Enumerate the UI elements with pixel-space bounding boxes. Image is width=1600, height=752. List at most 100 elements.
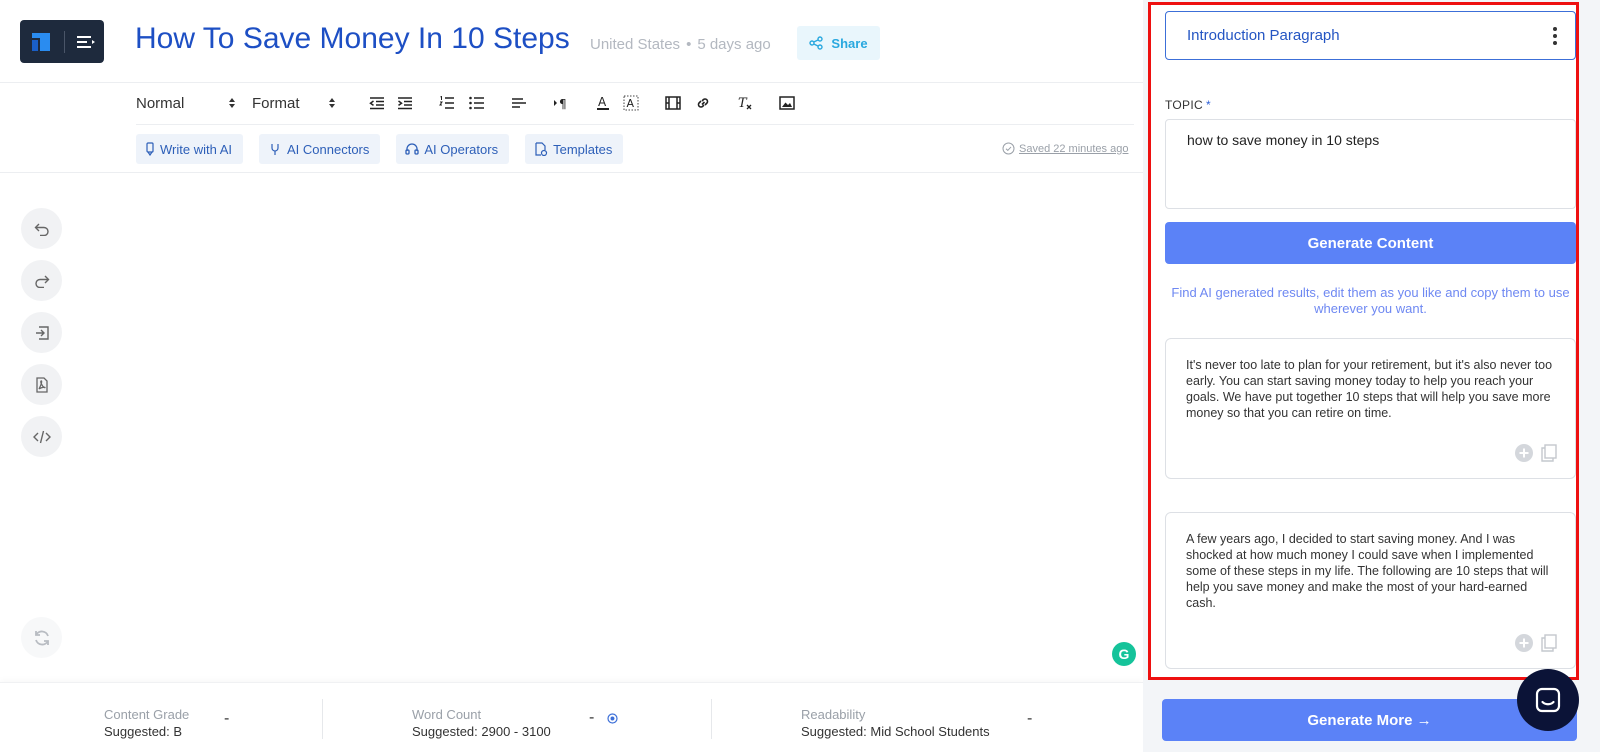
word-count-value: - <box>589 709 595 726</box>
ai-tools-row: Write with AI AI Connectors AI Operators… <box>136 134 624 164</box>
word-count-stat: Word Count Suggested: 2900 - 3100 <box>412 707 551 739</box>
copy-icon[interactable] <box>1541 444 1557 462</box>
check-circle-icon <box>1002 142 1015 155</box>
header-divider <box>0 82 1143 83</box>
editor-area: How To Save Money In 10 Steps United Sta… <box>0 0 1143 752</box>
share-button[interactable]: Share <box>797 26 880 60</box>
share-label: Share <box>831 35 868 51</box>
template-select[interactable]: Introduction Paragraph <box>1165 11 1576 60</box>
toolbar-divider <box>136 124 1134 125</box>
clear-format-icon: T <box>738 96 752 111</box>
word-count-label: Word Count <box>412 707 482 722</box>
redo-icon <box>34 275 49 288</box>
film-icon <box>665 96 681 110</box>
document-title[interactable]: How To Save Money In 10 Steps <box>135 22 570 56</box>
export-button[interactable] <box>21 312 62 353</box>
background-color-icon: A <box>623 95 639 111</box>
embed-code-button[interactable] <box>21 416 62 457</box>
ai-connectors-button[interactable]: AI Connectors <box>259 134 381 164</box>
format-value: Format <box>252 94 300 112</box>
svg-text:T: T <box>738 96 748 111</box>
svg-text:A: A <box>627 97 635 110</box>
text-color-button[interactable]: A <box>592 92 614 114</box>
ordered-list-button[interactable] <box>436 92 458 114</box>
result-actions <box>1515 444 1557 462</box>
app-logo-button[interactable] <box>20 20 104 63</box>
content-grade-suggested: Suggested: B <box>104 724 183 739</box>
updown-arrow-icon <box>329 98 335 108</box>
text-direction-button[interactable]: ¶ <box>550 92 572 114</box>
document-meta: United States • 5 days ago <box>590 36 771 53</box>
add-icon[interactable] <box>1515 444 1533 462</box>
svg-text:¶: ¶ <box>559 97 567 110</box>
video-button[interactable] <box>662 92 684 114</box>
chat-icon <box>1535 687 1561 713</box>
menu-icon <box>76 35 95 48</box>
template-icon <box>535 142 548 156</box>
indent-icon <box>398 97 412 110</box>
result-text[interactable]: It's never too late to plan for your ret… <box>1186 357 1555 421</box>
content-grade-stat: Content Grade Suggested: B <box>104 707 189 739</box>
chat-launcher-button[interactable] <box>1517 669 1579 731</box>
ai-operators-button[interactable]: AI Operators <box>396 134 510 164</box>
undo-icon <box>34 223 49 236</box>
templates-button[interactable]: Templates <box>525 134 624 164</box>
paragraph-style-select[interactable]: Normal <box>136 95 252 112</box>
format-select[interactable]: Format <box>252 95 360 112</box>
result-card: It's never too late to plan for your ret… <box>1165 338 1576 479</box>
bullet-list-icon <box>469 96 484 110</box>
saved-status-text: Saved 22 minutes ago <box>1019 142 1129 155</box>
document-location: United States <box>590 36 681 53</box>
grammarly-icon[interactable]: G <box>1112 642 1136 666</box>
generate-content-button[interactable]: Generate Content <box>1165 222 1576 264</box>
pdf-button[interactable] <box>21 364 62 405</box>
align-button[interactable] <box>508 92 530 114</box>
logo-divider <box>63 30 65 53</box>
word-count-suggested: Suggested: 2900 - 3100 <box>412 724 551 739</box>
link-button[interactable] <box>692 92 714 114</box>
share-icon <box>809 36 824 50</box>
paragraph-direction-icon: ¶ <box>554 97 567 110</box>
redo-button[interactable] <box>21 260 62 301</box>
copy-icon[interactable] <box>1541 634 1557 652</box>
saved-status: Saved 22 minutes ago <box>1002 142 1128 155</box>
readability-suggested: Suggested: Mid School Students <box>801 724 990 739</box>
result-text[interactable]: A few years ago, I decided to start savi… <box>1186 531 1555 611</box>
image-button[interactable] <box>776 92 798 114</box>
generate-more-button[interactable]: Generate More → <box>1162 699 1577 741</box>
bullet-list-button[interactable] <box>466 92 488 114</box>
code-icon <box>32 430 51 443</box>
ordered-list-icon <box>439 96 454 109</box>
format-toolbar: Normal Format ¶ A A T <box>136 90 798 116</box>
app-logo-icon <box>31 32 50 51</box>
topic-input[interactable]: how to save money in 10 steps <box>1165 119 1576 209</box>
meta-separator: • <box>686 36 692 53</box>
required-marker: * <box>1205 98 1211 112</box>
template-select-value: Introduction Paragraph <box>1187 27 1340 44</box>
topic-label-text: TOPIC <box>1165 98 1203 112</box>
templates-label: Templates <box>553 141 613 157</box>
refresh-icon <box>34 630 49 645</box>
more-options-icon[interactable] <box>1553 27 1557 45</box>
pen-icon <box>146 142 154 156</box>
updown-arrow-icon <box>229 98 235 108</box>
background-color-button[interactable]: A <box>620 92 642 114</box>
outdent-button[interactable] <box>366 92 388 114</box>
refresh-button[interactable] <box>21 617 62 658</box>
add-icon[interactable] <box>1515 634 1533 652</box>
readability-value: - <box>1027 710 1033 727</box>
headset-icon <box>405 143 420 155</box>
topic-label: TOPIC * <box>1165 98 1211 112</box>
image-icon <box>779 96 795 110</box>
result-actions <box>1515 634 1557 652</box>
clear-format-button[interactable]: T <box>734 92 756 114</box>
target-icon[interactable] <box>607 713 618 724</box>
write-with-ai-button[interactable]: Write with AI <box>136 134 244 164</box>
footer-divider <box>322 699 323 739</box>
ai-writer-panel: Introduction Paragraph TOPIC * how to sav… <box>1148 2 1579 680</box>
indent-button[interactable] <box>394 92 416 114</box>
undo-button[interactable] <box>21 208 62 249</box>
paragraph-style-value: Normal <box>136 94 185 112</box>
footer-divider <box>711 699 712 739</box>
write-with-ai-label: Write with AI <box>160 141 233 157</box>
